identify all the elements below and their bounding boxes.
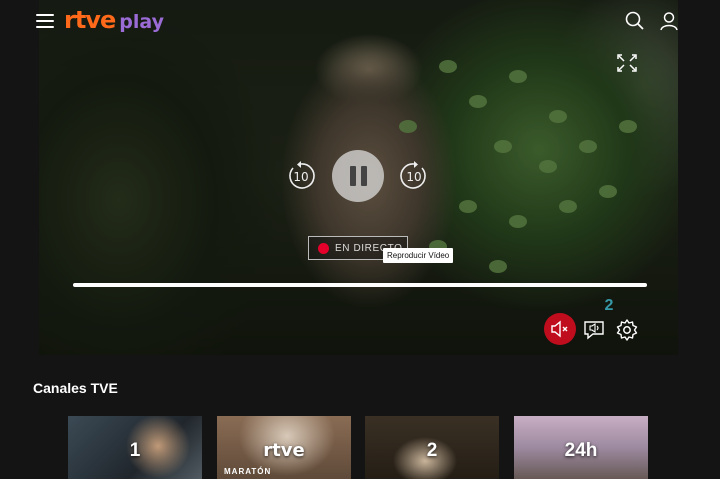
fullscreen-icon[interactable] [616, 53, 638, 73]
forward-10-icon[interactable]: 10 [398, 160, 430, 192]
play-video-tooltip: Reproducir Vídeo [383, 248, 454, 263]
live-dot-icon [318, 242, 329, 254]
svg-text:10: 10 [293, 170, 308, 184]
pause-button[interactable] [332, 150, 384, 202]
top-bar: rtve play [0, 0, 720, 44]
user-icon[interactable] [658, 10, 680, 32]
channel-label: 24h [564, 440, 598, 461]
progress-bar[interactable] [73, 283, 647, 287]
logo-rtve-text: rtve [64, 6, 116, 34]
video-player[interactable]: 10 10 EN DIRECTO 2 [39, 0, 678, 355]
channel-card-maraton[interactable]: rtve MARATÓN [217, 416, 351, 479]
speaker-muted-icon [551, 320, 568, 338]
audio-description-icon[interactable] [582, 318, 606, 342]
pause-icon [349, 166, 356, 186]
channel-badge: 2 [604, 297, 614, 314]
hamburger-icon[interactable] [36, 14, 54, 28]
channel-label: rtve [263, 440, 305, 461]
channel-label: 2 [426, 440, 438, 461]
channel-card-la2[interactable]: 2 [365, 416, 499, 479]
channel-label: 1 [129, 440, 141, 461]
channel-card-24h[interactable]: 24h [514, 416, 648, 479]
svg-text:10: 10 [406, 170, 421, 184]
rtve-play-logo[interactable]: rtve play [64, 6, 164, 36]
channel-card-la1[interactable]: 1 [68, 416, 202, 479]
channel-subtitle: MARATÓN [224, 467, 272, 476]
mute-button[interactable] [544, 313, 576, 345]
settings-gear-icon[interactable] [615, 318, 639, 342]
section-title-channels: Canales TVE [33, 380, 118, 396]
logo-play-text: play [119, 11, 164, 33]
search-icon[interactable] [624, 10, 646, 32]
rewind-10-icon[interactable]: 10 [285, 160, 317, 192]
